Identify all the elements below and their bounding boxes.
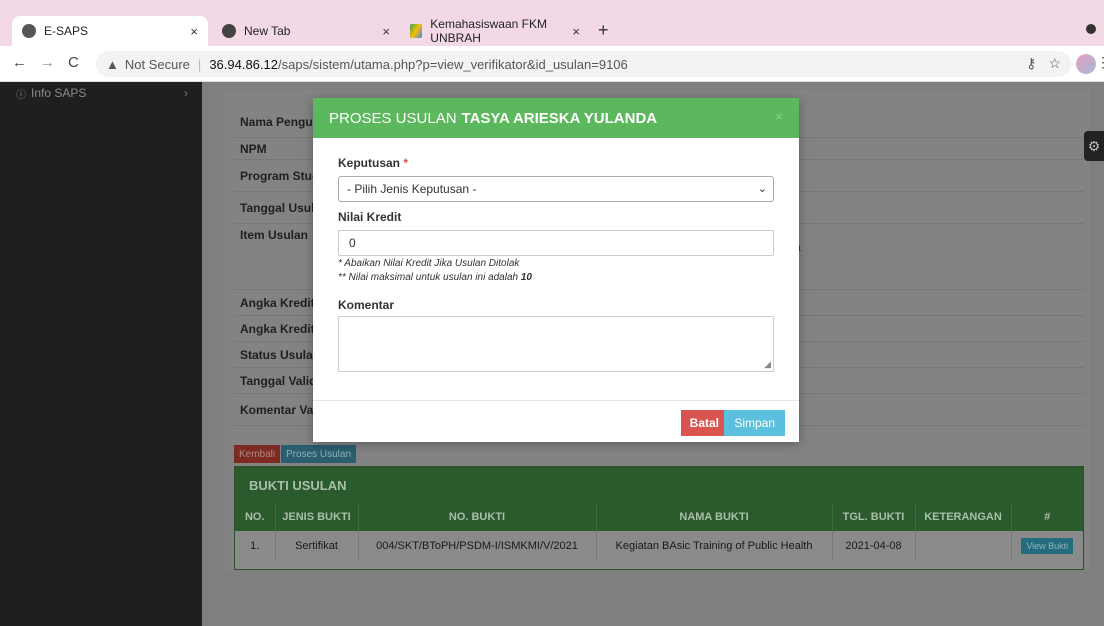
tab-e-saps[interactable]: E-SAPS × bbox=[12, 16, 208, 46]
modal-title-name: TASYA ARIESKA YULANDA bbox=[461, 109, 658, 127]
detail-label: Tanggal Valida bbox=[240, 374, 324, 388]
komentar-label: Komentar bbox=[338, 298, 395, 312]
globe-icon bbox=[22, 24, 36, 38]
tab-title: New Tab bbox=[244, 24, 291, 38]
column-header: KETERANGAN bbox=[915, 503, 1012, 531]
nilai-kredit-value: 0 bbox=[349, 236, 356, 250]
bukti-usulan-title: BUKTI USULAN bbox=[235, 467, 1083, 503]
sidebar-item-info-saps[interactable]: ⓘ Info SAPS › bbox=[0, 82, 202, 104]
modal-header: PROSES USULAN TASYA ARIESKA YULANDA × bbox=[313, 98, 799, 138]
close-tab-icon[interactable]: × bbox=[190, 24, 198, 39]
keputusan-label: Keputusan * bbox=[338, 156, 408, 170]
nilai-kredit-note-2: ** Nilai maksimal untuk usulan ini adala… bbox=[338, 272, 532, 283]
info-icon: ⓘ bbox=[16, 89, 26, 101]
column-header: NO. BUKTI bbox=[358, 503, 597, 531]
cell-no: 1. bbox=[235, 531, 276, 561]
keputusan-selected: - Pilih Jenis Keputusan - bbox=[347, 182, 477, 196]
cell-keterangan bbox=[915, 531, 1012, 561]
column-header: TGL. BUKTI bbox=[832, 503, 916, 531]
security-label: Not Secure bbox=[124, 56, 190, 72]
table-header-row: NO. JENIS BUKTI NO. BUKTI NAMA BUKTI TGL… bbox=[235, 503, 1083, 531]
column-header: JENIS BUKTI bbox=[275, 503, 359, 531]
chrome-icon bbox=[222, 24, 236, 38]
keputusan-select[interactable]: - Pilih Jenis Keputusan - ⌄ bbox=[338, 176, 774, 202]
batal-button[interactable]: Batal bbox=[680, 410, 728, 436]
keputusan-label-text: Keputusan bbox=[338, 156, 401, 170]
modal-footer: Batal Simpan bbox=[313, 400, 799, 442]
proses-usulan-modal: PROSES USULAN TASYA ARIESKA YULANDA × Ke… bbox=[313, 98, 799, 442]
cell-no-bukti: 004/SKT/BToPH/PSDM-I/ISMKMI/V/2021 bbox=[358, 531, 597, 561]
browser-tab-bar: E-SAPS × New Tab × Kemahasiswaan FKM UNB… bbox=[0, 0, 1104, 46]
url-path: /saps/sistem/utama.php?p=view_verifikato… bbox=[278, 56, 628, 72]
drive-icon bbox=[410, 24, 423, 38]
forward-arrow-icon[interactable]: → bbox=[40, 54, 55, 71]
tab-kemahasiswaan[interactable]: Kemahasiswaan FKM UNBRAH × bbox=[400, 16, 590, 46]
komentar-textarea[interactable]: ◢ bbox=[338, 316, 774, 372]
proses-usulan-button[interactable]: Proses Usulan bbox=[281, 445, 357, 463]
avatar[interactable] bbox=[1076, 54, 1096, 74]
tab-title: Kemahasiswaan FKM UNBRAH bbox=[430, 17, 547, 45]
address-bar: ← → C ▲ Not Secure | 36.94.86.12 /saps/s… bbox=[0, 46, 1104, 82]
nilai-kredit-input[interactable]: 0 bbox=[338, 230, 774, 256]
table-row: 1. Sertifikat 004/SKT/BToPH/PSDM-I/ISMKM… bbox=[235, 531, 1083, 561]
back-arrow-icon[interactable]: ← bbox=[12, 54, 27, 71]
simpan-button[interactable]: Simpan bbox=[724, 410, 785, 436]
close-tab-icon[interactable]: × bbox=[382, 24, 390, 39]
note-2-max: 10 bbox=[520, 272, 532, 283]
chevron-right-icon: › bbox=[184, 86, 188, 100]
cell-action: View Bukti bbox=[1011, 531, 1083, 561]
warning-icon: ▲ bbox=[106, 56, 119, 72]
modal-title-prefix: PROSES USULAN bbox=[329, 109, 457, 127]
column-header: # bbox=[1011, 503, 1083, 531]
cell-nama-bukti: Kegiatan BAsic Training of Public Health bbox=[596, 531, 833, 561]
sidebar-item-label: Info SAPS bbox=[31, 86, 87, 100]
divider: | bbox=[197, 56, 202, 72]
detail-label: Program Studi bbox=[240, 169, 323, 183]
view-bukti-button[interactable]: View Bukti bbox=[1021, 538, 1074, 554]
browser-menu-icon[interactable] bbox=[1086, 24, 1096, 34]
tab-new-tab[interactable]: New Tab × bbox=[212, 16, 400, 46]
kebab-menu-icon[interactable]: ⋮ bbox=[1096, 54, 1104, 71]
gear-icon[interactable]: ⚙ bbox=[1084, 131, 1104, 161]
omnibox-actions: ⚷ ☆ bbox=[1026, 55, 1061, 72]
url-host: 36.94.86.12 bbox=[209, 56, 278, 72]
sidebar: ⓘ Info SAPS › bbox=[0, 82, 202, 626]
chevron-down-icon: ⌄ bbox=[757, 183, 767, 195]
reload-icon[interactable]: C bbox=[68, 54, 79, 71]
nilai-kredit-note-1: * Abaikan Nilai Kredit Jika Usulan Ditol… bbox=[338, 258, 520, 269]
required-mark: * bbox=[403, 156, 409, 170]
new-tab-button[interactable]: + bbox=[598, 20, 609, 41]
resize-handle-icon[interactable]: ◢ bbox=[764, 359, 771, 370]
star-icon[interactable]: ☆ bbox=[1048, 55, 1061, 72]
close-tab-icon[interactable]: × bbox=[572, 24, 580, 39]
key-icon[interactable]: ⚷ bbox=[1026, 55, 1036, 72]
detail-label: Komentar Vali bbox=[240, 403, 321, 417]
tab-title: E-SAPS bbox=[44, 24, 89, 38]
url-input[interactable]: ▲ Not Secure | 36.94.86.12 /saps/sistem/… bbox=[96, 51, 1071, 77]
close-icon[interactable]: × bbox=[775, 109, 783, 124]
detail-label: Item Usulan bbox=[240, 228, 309, 242]
detail-label: Status Usulan bbox=[240, 348, 321, 362]
kembali-button[interactable]: Kembali bbox=[234, 445, 281, 463]
column-header: NAMA BUKTI bbox=[596, 503, 833, 531]
cell-jenis-bukti: Sertifikat bbox=[275, 531, 359, 561]
nilai-kredit-label: Nilai Kredit bbox=[338, 210, 402, 224]
bukti-usulan-panel: BUKTI USULAN NO. JENIS BUKTI NO. BUKTI N… bbox=[234, 466, 1084, 570]
note-2-text: ** Nilai maksimal untuk usulan ini adala… bbox=[338, 272, 519, 283]
detail-label: NPM bbox=[240, 142, 267, 156]
cell-tgl-bukti: 2021-04-08 bbox=[832, 531, 916, 561]
column-header: NO. bbox=[235, 503, 276, 531]
bukti-table: NO. JENIS BUKTI NO. BUKTI NAMA BUKTI TGL… bbox=[235, 503, 1083, 561]
